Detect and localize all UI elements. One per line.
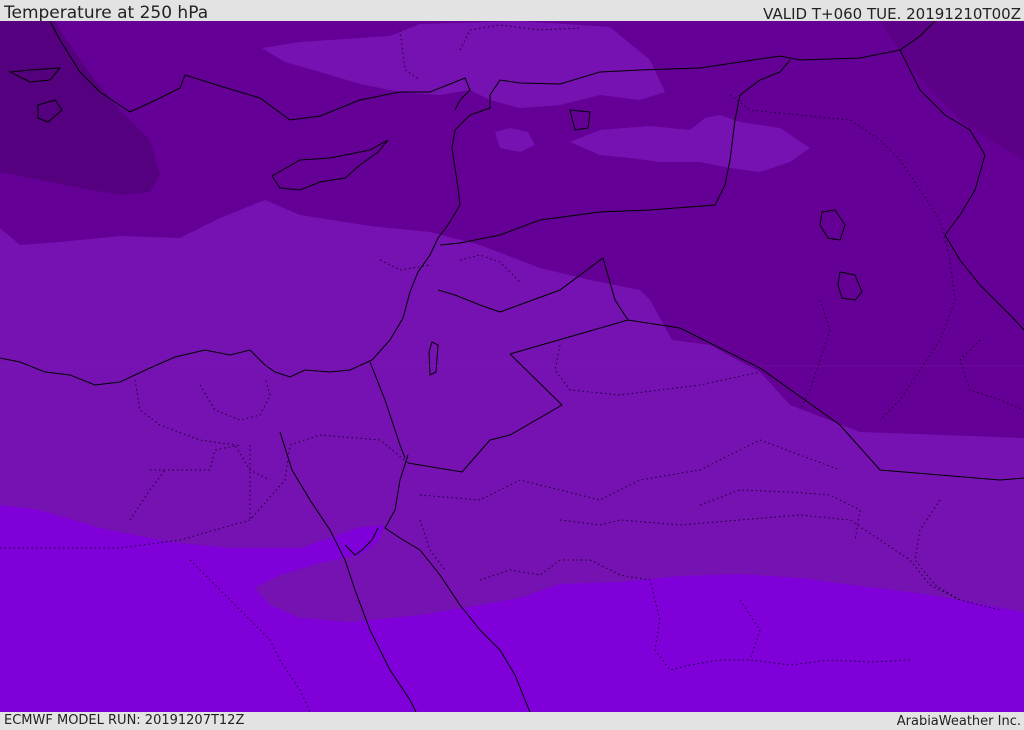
- brand-label: ArabiaWeather Inc.: [896, 714, 1021, 729]
- temperature-map: [0, 21, 1024, 712]
- map-header: Temperature at 250 hPa VALID T+060 TUE. …: [0, 0, 1024, 23]
- model-run-label: ECMWF MODEL RUN: 20191207T12Z: [4, 713, 245, 728]
- map-title: Temperature at 250 hPa: [4, 3, 209, 23]
- map-footer: ECMWF MODEL RUN: 20191207T12Z ArabiaWeat…: [0, 712, 1024, 729]
